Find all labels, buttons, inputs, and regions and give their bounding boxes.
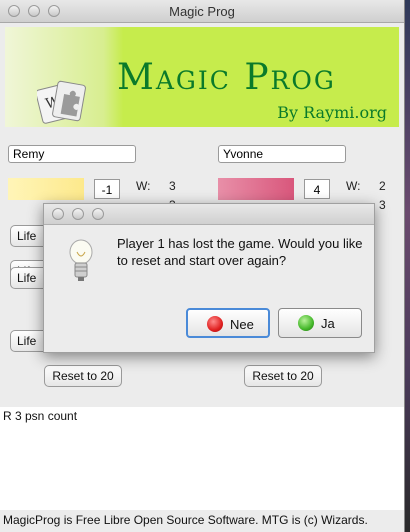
log-text: R 3 psn count [3,409,78,423]
log-area[interactable]: R 3 psn count [0,407,404,510]
minimize-icon[interactable] [72,208,84,220]
puzzle-card-icon: W [37,80,86,124]
app-banner: W Magic Prog By Raymi.org [5,27,399,127]
window-title: Magic Prog [169,4,235,19]
player2-wins-value: 2 [379,179,386,193]
player2-color-swatch[interactable] [218,178,294,200]
banner-byline: By Raymi.org [277,103,387,122]
dialog-message: Player 1 has lost the game. Would you li… [117,236,363,268]
lightbulb-icon [69,239,93,281]
yes-button[interactable]: Ja [278,308,362,338]
player1-reset-button[interactable]: Reset to 20 [44,365,122,387]
player2-wins-label: W: [346,179,361,193]
player2-reset-button[interactable]: Reset to 20 [244,365,322,387]
green-dot-icon [298,315,314,331]
footer-text: MagicProg is Free Libre Open Source Soft… [3,513,368,527]
no-button[interactable]: Nee [186,308,270,338]
yes-button-label: Ja [321,316,335,331]
player1-wins-value: 3 [169,179,176,193]
player2-partial-value: 3 [379,198,386,212]
player2-life-value[interactable]: 4 [304,179,330,199]
player1-color-swatch[interactable] [8,178,84,200]
window-titlebar[interactable]: Magic Prog [0,0,404,23]
banner-title: Magic Prog [117,57,336,98]
player1-name-input[interactable] [8,145,136,163]
dialog-titlebar[interactable] [44,204,374,225]
zoom-icon[interactable] [92,208,104,220]
player1-life-value[interactable]: -1 [94,179,120,199]
close-icon[interactable] [52,208,64,220]
player1-wins-label: W: [136,179,151,193]
reset-dialog: Player 1 has lost the game. Would you li… [43,203,375,353]
player2-name-input[interactable] [218,145,346,163]
no-button-label: Nee [230,317,254,332]
red-dot-icon [207,316,223,332]
